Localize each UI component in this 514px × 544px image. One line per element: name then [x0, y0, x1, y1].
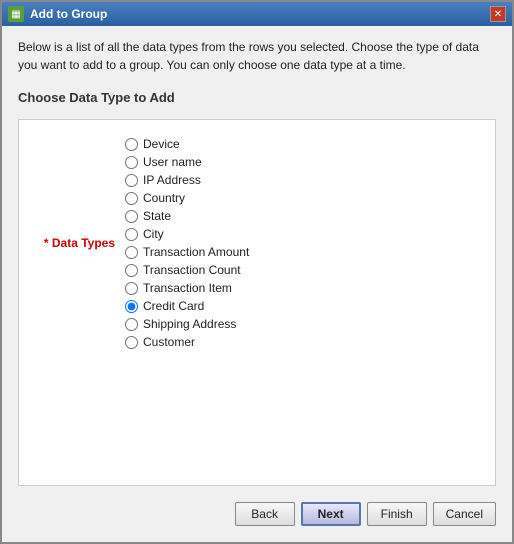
radio-item-opt_txcount[interactable]: Transaction Count — [125, 262, 249, 278]
radio-label-opt_creditcard: Credit Card — [143, 299, 204, 313]
field-label: * Data Types — [35, 236, 115, 250]
next-button[interactable]: Next — [301, 502, 361, 526]
radio-item-opt_device[interactable]: Device — [125, 136, 249, 152]
radio-item-opt_creditcard[interactable]: Credit Card — [125, 298, 249, 314]
radio-input-opt_username[interactable] — [125, 156, 138, 169]
radio-label-opt_ipaddress: IP Address — [143, 173, 201, 187]
radio-input-opt_txamount[interactable] — [125, 246, 138, 259]
radio-input-opt_state[interactable] — [125, 210, 138, 223]
radio-item-opt_customer[interactable]: Customer — [125, 334, 249, 350]
data-type-field-row: * Data Types Device User name IP Address Co… — [35, 136, 479, 350]
radio-item-opt_txitem[interactable]: Transaction Item — [125, 280, 249, 296]
radio-input-opt_shipping[interactable] — [125, 318, 138, 331]
radio-label-opt_txcount: Transaction Count — [143, 263, 241, 277]
radio-item-opt_state[interactable]: State — [125, 208, 249, 224]
title-bar: ▦ Add to Group ✕ — [2, 2, 512, 26]
title-bar-left: ▦ Add to Group — [8, 6, 107, 22]
finish-button[interactable]: Finish — [367, 502, 427, 526]
form-area: * Data Types Device User name IP Address Co… — [18, 119, 496, 486]
window-title: Add to Group — [30, 7, 107, 21]
radio-input-opt_city[interactable] — [125, 228, 138, 241]
radio-input-opt_country[interactable] — [125, 192, 138, 205]
section-title: Choose Data Type to Add — [18, 90, 496, 105]
radio-input-opt_device[interactable] — [125, 138, 138, 151]
radio-input-opt_txitem[interactable] — [125, 282, 138, 295]
radio-label-opt_customer: Customer — [143, 335, 195, 349]
radio-label-opt_device: Device — [143, 137, 180, 151]
radio-group: Device User name IP Address Country State Cit… — [125, 136, 249, 350]
radio-label-opt_state: State — [143, 209, 171, 223]
radio-label-opt_country: Country — [143, 191, 185, 205]
window-icon: ▦ — [8, 6, 24, 22]
add-to-group-window: ▦ Add to Group ✕ Below is a list of all … — [0, 0, 514, 544]
description-text: Below is a list of all the data types fr… — [18, 38, 496, 74]
main-content: Below is a list of all the data types fr… — [2, 26, 512, 542]
radio-input-opt_ipaddress[interactable] — [125, 174, 138, 187]
radio-item-opt_city[interactable]: City — [125, 226, 249, 242]
radio-label-opt_txitem: Transaction Item — [143, 281, 232, 295]
radio-item-opt_country[interactable]: Country — [125, 190, 249, 206]
radio-item-opt_username[interactable]: User name — [125, 154, 249, 170]
radio-item-opt_txamount[interactable]: Transaction Amount — [125, 244, 249, 260]
radio-label-opt_txamount: Transaction Amount — [143, 245, 249, 259]
cancel-button[interactable]: Cancel — [433, 502, 496, 526]
close-button[interactable]: ✕ — [490, 6, 506, 22]
radio-item-opt_shipping[interactable]: Shipping Address — [125, 316, 249, 332]
radio-label-opt_city: City — [143, 227, 164, 241]
back-button[interactable]: Back — [235, 502, 295, 526]
radio-input-opt_customer[interactable] — [125, 336, 138, 349]
button-bar: Back Next Finish Cancel — [18, 496, 496, 530]
radio-item-opt_ipaddress[interactable]: IP Address — [125, 172, 249, 188]
radio-input-opt_txcount[interactable] — [125, 264, 138, 277]
radio-label-opt_shipping: Shipping Address — [143, 317, 236, 331]
radio-label-opt_username: User name — [143, 155, 202, 169]
radio-input-opt_creditcard[interactable] — [125, 300, 138, 313]
